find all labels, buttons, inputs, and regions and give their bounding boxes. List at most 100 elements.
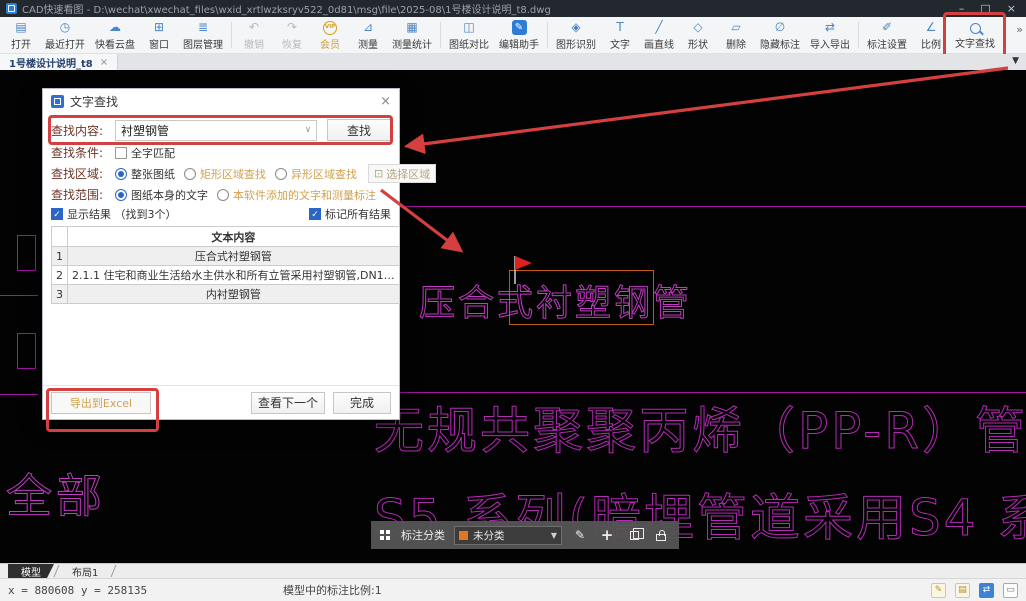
toolbar-label: 测量 bbox=[358, 36, 378, 51]
rect-area-radio[interactable] bbox=[184, 168, 196, 180]
dialog-bottom-bar: 导出到Excel 查看下一个 完成 bbox=[43, 385, 399, 419]
toolbar-window-button[interactable]: ⊞窗口 bbox=[140, 18, 178, 52]
text-icon: T bbox=[616, 20, 623, 35]
toolbar-drawing-compare-button[interactable]: ◫图纸对比 bbox=[444, 18, 494, 52]
layer-manager-icon: ≣ bbox=[198, 20, 208, 35]
mark-all-label: 标记所有结果 bbox=[325, 206, 391, 222]
panel-collapse-arrow-icon[interactable]: ▼ bbox=[1012, 56, 1019, 66]
copy-icon[interactable] bbox=[625, 526, 643, 544]
cloud-drive-icon: ☁ bbox=[109, 20, 121, 35]
find-text-dialog: 文字查找 × 查找内容: 衬塑钢管 ∨ 查找 查找条件: 全字匹配 查找区域: … bbox=[42, 88, 400, 420]
toolbar-label: 比例 bbox=[921, 36, 941, 51]
select-area-icon: ⊡ bbox=[374, 167, 383, 180]
mobile-sync-icon[interactable]: ⇄ bbox=[979, 583, 994, 598]
toolbar-find-text-button[interactable]: 文字查找 bbox=[950, 19, 1000, 51]
toolbar-scale-button[interactable]: ∠比例 bbox=[912, 18, 950, 52]
toolbar-shapes-button[interactable]: ◇形状 bbox=[679, 18, 717, 52]
edit-assistant-icon: ✎ bbox=[512, 20, 527, 35]
select-area-button[interactable]: ⊡选择区域 bbox=[368, 164, 436, 183]
toolbar-vip-button[interactable]: VIP会员 bbox=[311, 19, 349, 52]
dialog-title-bar[interactable]: 文字查找 × bbox=[43, 89, 399, 113]
memo-icon[interactable]: ✎ bbox=[931, 583, 946, 598]
result-row[interactable]: 22.1.1 住宅和商业生活给水主供水和所有立管采用衬塑钢管,DN1… bbox=[52, 266, 400, 285]
toolbar-draw-line-button[interactable]: ╱画直线 bbox=[639, 18, 679, 52]
toolbar-annotation-settings-button[interactable]: ✐标注设置 bbox=[862, 18, 912, 52]
drawing-notes-icon[interactable]: ▤ bbox=[955, 583, 970, 598]
result-row[interactable]: 3内衬塑钢管 bbox=[52, 285, 400, 304]
cad-line bbox=[398, 206, 1026, 207]
whole-drawing-radio[interactable] bbox=[115, 168, 127, 180]
cad-shape bbox=[17, 235, 36, 271]
toolbar-label: 标注设置 bbox=[867, 36, 907, 51]
toolbar-label: 文字 bbox=[610, 36, 630, 51]
status-bar: x = 880608 y = 258135 模型中的标注比例:1 ✎ ▤ ⇄ ▭ bbox=[0, 578, 1026, 601]
toolbar-layer-manager-button[interactable]: ≣图层管理 bbox=[178, 18, 228, 52]
toolbar-redo-button[interactable]: ↷恢复 bbox=[273, 18, 311, 52]
category-color-swatch bbox=[459, 531, 468, 540]
toolbar-label: 撤销 bbox=[244, 36, 264, 51]
toolbar-recent-open-button[interactable]: ◷最近打开 bbox=[40, 18, 90, 52]
classify-dropdown[interactable]: 未分类 ▼ bbox=[454, 526, 562, 545]
drawing-text-radio[interactable] bbox=[115, 189, 127, 201]
tab-close-icon[interactable]: × bbox=[100, 57, 108, 68]
scale-icon: ∠ bbox=[926, 20, 937, 35]
grid-icon[interactable] bbox=[380, 530, 384, 534]
cad-text-all: 全部 bbox=[6, 460, 106, 526]
toolbar-overflow-chevron[interactable]: » bbox=[1016, 23, 1023, 36]
toolbar-label: 导入导出 bbox=[810, 36, 850, 51]
shape-recognition-icon: ◈ bbox=[571, 20, 580, 35]
toolbar-open-button[interactable]: ▤打开 bbox=[2, 18, 40, 52]
toolbar-cloud-drive-button[interactable]: ☁快看云盘 bbox=[90, 18, 140, 52]
sheet-tab-model[interactable]: 模型 bbox=[8, 564, 54, 578]
move-icon[interactable]: + bbox=[598, 526, 616, 544]
result-row-text: 压合式衬塑钢管 bbox=[68, 247, 400, 266]
done-button[interactable]: 完成 bbox=[333, 392, 391, 414]
find-content-row: 查找内容: 衬塑钢管 ∨ 查找 bbox=[51, 119, 391, 141]
cursor-coordinates: x = 880608 y = 258135 bbox=[8, 584, 147, 597]
toolbar-measure-button[interactable]: ⊿测量 bbox=[349, 18, 387, 52]
window-title: CAD快速看图 - D:\wechat\xwechat_files\wxid_x… bbox=[22, 1, 551, 16]
find-content-combobox[interactable]: 衬塑钢管 ∨ bbox=[115, 120, 317, 141]
lock-icon[interactable] bbox=[652, 526, 670, 544]
tab-label: 1号楼设计说明_t8 bbox=[9, 55, 93, 70]
toolbar-undo-button[interactable]: ↶撤销 bbox=[235, 18, 273, 52]
window-icon: ⊞ bbox=[154, 20, 164, 35]
result-row[interactable]: 1压合式衬塑钢管 bbox=[52, 247, 400, 266]
show-results-label: 显示结果 （找到3个） bbox=[67, 206, 177, 222]
classify-dropdown-value: 未分类 bbox=[473, 528, 546, 543]
view-next-button[interactable]: 查看下一个 bbox=[251, 392, 325, 414]
toolbar-label: 会员 bbox=[320, 36, 340, 51]
find-area-row: 查找区域: 整张图纸 矩形区域查找 异形区域查找 ⊡选择区域 bbox=[51, 164, 391, 183]
minimize-button[interactable]: – bbox=[959, 0, 965, 17]
toolbar-delete-button[interactable]: ▱删除 bbox=[717, 18, 755, 52]
toolbar-shape-recognition-button[interactable]: ◈图形识别 bbox=[551, 18, 601, 52]
dialog-close-icon[interactable]: × bbox=[380, 94, 391, 109]
edit-icon[interactable]: ✎ bbox=[571, 526, 589, 544]
find-text-icon bbox=[970, 23, 981, 34]
show-results-checkbox[interactable] bbox=[51, 208, 63, 220]
toolbar-label: 形状 bbox=[688, 36, 708, 51]
close-button[interactable]: × bbox=[1007, 0, 1016, 17]
toolbar-measure-stats-button[interactable]: ▦测量统计 bbox=[387, 18, 437, 52]
tab-drawing[interactable]: 1号楼设计说明_t8 × bbox=[0, 54, 118, 70]
find-button[interactable]: 查找 bbox=[327, 119, 391, 141]
whole-word-checkbox[interactable] bbox=[115, 147, 127, 159]
result-row-number: 1 bbox=[52, 247, 68, 266]
toolbar-separator bbox=[547, 22, 548, 48]
delete-icon: ▱ bbox=[731, 20, 740, 35]
software-text-radio[interactable] bbox=[217, 189, 229, 201]
export-excel-button[interactable]: 导出到Excel bbox=[51, 392, 151, 414]
toolbar-edit-assistant-button[interactable]: ✎编辑助手 bbox=[494, 18, 544, 52]
result-row-text: 内衬塑钢管 bbox=[68, 285, 400, 304]
results-header-num bbox=[52, 227, 68, 247]
maximize-button[interactable]: □ bbox=[980, 0, 990, 17]
display-mode-icon[interactable]: ▭ bbox=[1003, 583, 1018, 598]
toolbar-text-button[interactable]: T文字 bbox=[601, 18, 639, 52]
toolbar-hide-annotations-button[interactable]: ∅隐藏标注 bbox=[755, 18, 805, 52]
shapes-icon: ◇ bbox=[693, 20, 702, 35]
mark-all-checkbox[interactable] bbox=[309, 208, 321, 220]
irregular-area-radio[interactable] bbox=[275, 168, 287, 180]
toolbar-import-export-button[interactable]: ⇄导入导出 bbox=[805, 18, 855, 52]
measure-icon: ⊿ bbox=[363, 20, 373, 35]
sheet-tab-layout1[interactable]: 布局1 bbox=[59, 564, 111, 578]
